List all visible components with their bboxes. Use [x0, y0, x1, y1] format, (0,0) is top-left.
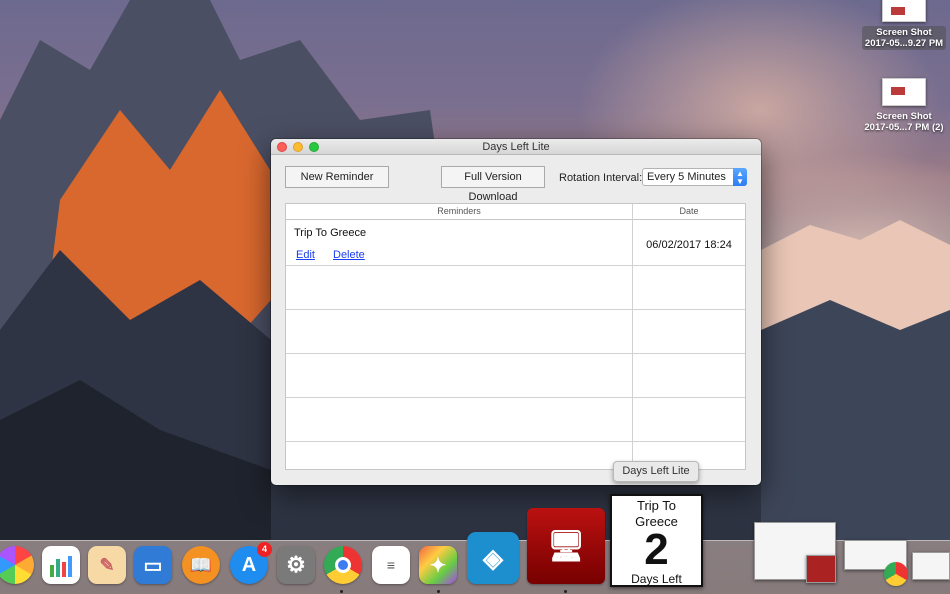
zoom-button[interactable] — [309, 142, 319, 152]
chevron-updown-icon: ▲ ▼ — [733, 168, 747, 186]
rotation-interval-value: Every 5 Minutes — [647, 171, 726, 183]
keynote-icon[interactable]: ▭ — [134, 546, 172, 584]
running-indicator — [564, 590, 567, 593]
rotation-interval-select[interactable]: Every 5 Minutes ▲ ▼ — [642, 168, 747, 186]
days-left-dock-widget[interactable]: Trip To Greece 2 Days Left — [610, 494, 703, 587]
column-header-date[interactable]: Date — [632, 204, 746, 219]
widget-footer: Days Left — [631, 572, 682, 586]
desktop-file-screenshot-2[interactable]: Screen Shot 2017-05...7 PM (2) — [858, 78, 950, 134]
file-thumbnail-icon — [882, 0, 926, 22]
file-name-line1: Screen Shot — [876, 111, 932, 122]
window-titlebar[interactable]: Days Left Lite — [271, 139, 761, 155]
widget-line1: Trip To — [636, 498, 676, 513]
full-version-download-button[interactable]: Full Version Download — [441, 166, 545, 203]
table-header: Reminders Date — [286, 204, 745, 220]
window-title: Days Left Lite — [482, 141, 550, 153]
bar-chart-icon — [50, 556, 72, 577]
chrome-icon[interactable] — [324, 546, 362, 584]
system-preferences-icon[interactable]: ⚙ — [277, 546, 315, 584]
close-button[interactable] — [277, 142, 287, 152]
widget-days-number: 2 — [644, 525, 669, 574]
minimize-button[interactable] — [293, 142, 303, 152]
reminder-date: 06/02/2017 18:24 — [646, 239, 732, 251]
running-indicator — [437, 590, 440, 593]
app-store-badge: 4 — [257, 542, 272, 557]
table-row[interactable]: Trip To Greece Edit Delete 06/02/2017 18… — [286, 220, 745, 266]
chrome-center — [335, 557, 351, 573]
table-row[interactable] — [286, 310, 745, 354]
days-left-window: Days Left Lite New Reminder Full Version… — [271, 139, 761, 485]
delete-link[interactable]: Delete — [333, 249, 365, 261]
numbers-icon[interactable] — [42, 546, 80, 584]
running-indicator — [340, 590, 343, 593]
minimized-window-2[interactable] — [806, 555, 836, 583]
minimized-window-4[interactable] — [912, 552, 950, 580]
theater-app-icon[interactable]: 🖥 — [527, 508, 605, 584]
edit-link[interactable]: Edit — [296, 249, 315, 261]
aperture-app-icon[interactable]: ◈ — [467, 532, 519, 584]
reminders-table: Reminders Date Trip To Greece Edit Delet… — [285, 203, 746, 470]
new-reminder-button[interactable]: New Reminder — [285, 166, 389, 188]
pinwheel-app-icon[interactable]: ✦ — [419, 546, 457, 584]
textedit-icon[interactable]: ≡ — [372, 546, 410, 584]
table-row[interactable] — [286, 398, 745, 442]
file-name-line1: Screen Shot — [876, 27, 932, 38]
table-row[interactable] — [286, 266, 745, 310]
file-thumbnail-icon — [882, 78, 926, 106]
rotation-interval-label: Rotation Interval: — [559, 172, 643, 184]
column-header-reminders[interactable]: Reminders — [286, 204, 632, 219]
desktop-file-screenshot-1[interactable]: Screen Shot 2017-05...9.27 PM — [858, 0, 950, 50]
dock-tooltip: Days Left Lite — [613, 461, 699, 482]
pages-icon[interactable]: ✎ — [88, 546, 126, 584]
table-row[interactable] — [286, 354, 745, 398]
file-name-line2: 2017-05...7 PM (2) — [864, 122, 944, 133]
app-store-icon[interactable]: A 4 — [230, 542, 272, 584]
file-name-line2: 2017-05...9.27 PM — [864, 38, 944, 49]
chrome-small-icon[interactable] — [884, 562, 908, 586]
reminder-title: Trip To Greece — [294, 227, 367, 239]
ibooks-icon[interactable]: 📖 — [182, 546, 220, 584]
